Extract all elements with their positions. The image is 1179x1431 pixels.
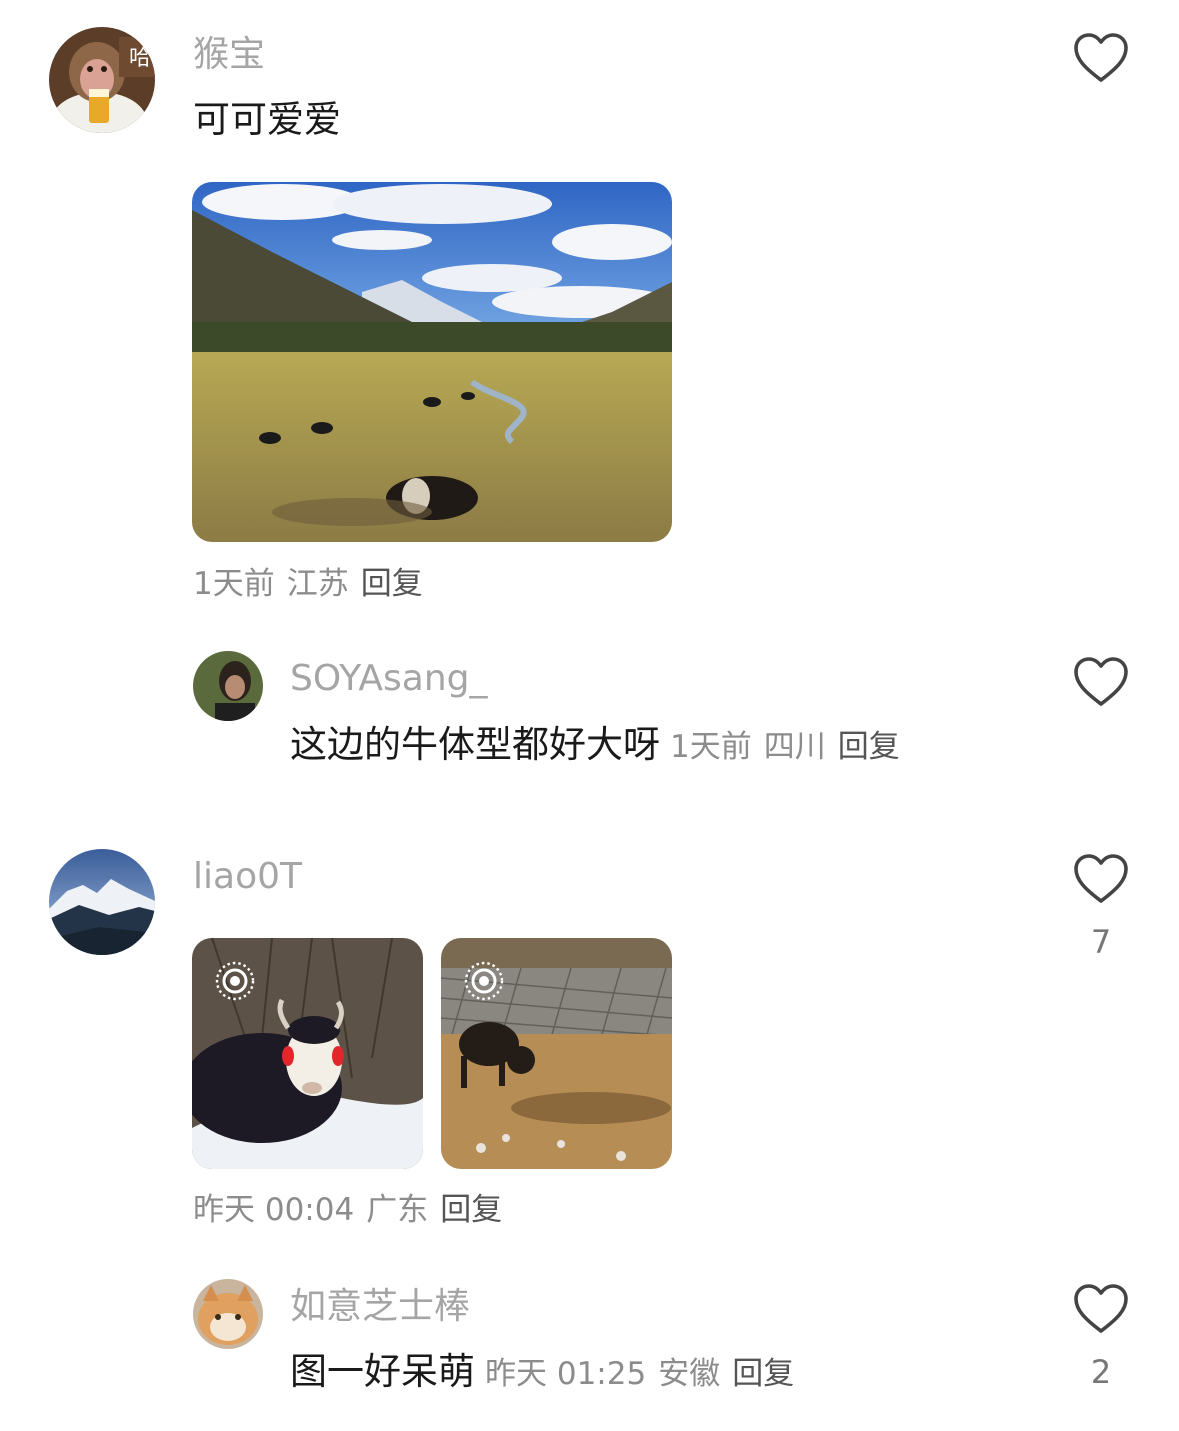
comment-location: 江苏 [286,566,349,602]
heart-outline-icon[interactable] [1073,1283,1129,1335]
comment-time: 1天前 [193,566,275,602]
comment-location: 广东 [366,1192,429,1228]
heart-outline-icon[interactable] [1073,32,1129,84]
comment-list: 哈 猴宝 可可爱爱 1天前 江苏 回复 SOYAsang_ 这边的牛体型都好大呀… [0,0,1179,1431]
reply-text-line: 这边的牛体型都好大呀 1天前 四川 回复 [290,722,912,770]
comment-meta: 昨天 00:04 广东 回复 [193,1190,514,1230]
reply-meta: 昨天 01:25 安徽 回复 [485,1356,806,1392]
comment-text: 可可爱爱 [193,98,341,141]
reply-meta: 1天前 四川 回复 [670,729,912,765]
avatar[interactable]: 哈 [49,27,155,133]
reply-username[interactable]: SOYAsang_ [290,657,488,701]
reply-text: 这边的牛体型都好大呀 [290,723,660,766]
like-count: 7 [1090,923,1112,961]
reply-time: 1天前 [670,729,752,765]
avatar-text: 哈 [129,46,151,71]
avatar[interactable] [193,1279,263,1349]
avatar[interactable] [193,651,263,721]
reply-text: 图一好呆萌 [290,1350,475,1393]
avatar[interactable] [49,849,155,955]
reply-time: 昨天 01:25 [485,1356,647,1392]
comment-username[interactable]: liao0T [193,855,302,899]
reply-username[interactable]: 如意芝士棒 [290,1285,470,1329]
reply-button[interactable]: 回复 [361,566,423,602]
live-photo-icon [214,960,256,1002]
reply-location: 四川 [763,729,826,765]
live-photo-icon [463,960,505,1002]
reply-location: 安徽 [658,1356,721,1392]
comment-time: 昨天 00:04 [193,1192,355,1228]
comment-photo[interactable] [192,938,423,1169]
comment-photo[interactable] [441,938,672,1169]
heart-outline-icon[interactable] [1073,853,1129,905]
comment-username[interactable]: 猴宝 [193,33,265,77]
heart-outline-icon[interactable] [1073,656,1129,708]
comment-photo[interactable] [192,182,672,542]
reply-button[interactable]: 回复 [838,729,900,765]
reply-text-line: 图一好呆萌 昨天 01:25 安徽 回复 [290,1349,806,1397]
reply-button[interactable]: 回复 [440,1192,502,1228]
comment-meta: 1天前 江苏 回复 [193,564,435,604]
like-count: 2 [1090,1353,1112,1391]
reply-button[interactable]: 回复 [732,1356,794,1392]
